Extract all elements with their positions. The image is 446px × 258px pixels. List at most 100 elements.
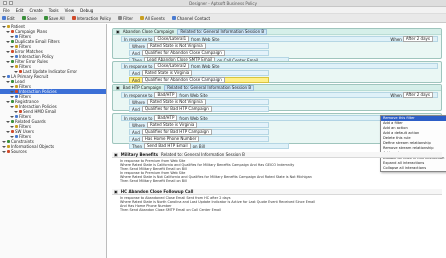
rule-line[interactable]: Where Rated State is Not Virginia [129,99,269,105]
interaction-rule-text[interactable]: Then Send Military Benefit Email on Bill [120,179,442,183]
tree-item[interactable]: Sources [0,149,106,154]
expand-arrow-icon[interactable] [6,50,10,53]
event-source: from Web Site [179,92,208,98]
condition-pill[interactable]: Has Home Phone Number [141,136,200,142]
condition-pill[interactable]: Qualifies for Bad HTP Campaign [141,129,212,135]
related-to-label[interactable]: Related to: General Information Session … [161,152,245,157]
expand-arrow-icon[interactable] [6,40,10,43]
event-pill[interactable]: Bad/HTP [154,92,178,98]
rule-keyword: Where [132,43,145,49]
menu-file[interactable]: File [3,8,10,13]
toolbar-button-save-all[interactable]: Save All [43,16,65,21]
interaction-title[interactable]: HC Abandon Close Followup Call [121,189,194,194]
expand-arrow-icon[interactable] [14,70,18,73]
related-to-label[interactable]: Related to: General Information Session … [177,28,268,35]
expand-arrow-icon[interactable] [2,75,6,78]
condition-pill[interactable]: Rated State is Virginia [141,70,193,76]
rule-line[interactable]: And Qualifies for Bad HTP Campaign [129,129,269,135]
expand-arrow-icon[interactable] [2,150,6,153]
rule-line[interactable]: ThenSend Bad HTP Emailon Bill [129,143,289,149]
action-pill[interactable]: Send Bad HTP Email [143,143,191,149]
interaction-block: ▣ Military Benefits Related to: General In… [112,152,442,185]
rule-line[interactable]: In response to Close/Lateral2 from Web Sit… [121,63,438,69]
condition-pill[interactable]: Rated State is Virginia [146,122,198,128]
rule-line[interactable]: In response toBad/HTPfrom Web Site WhenAf… [121,92,438,98]
campaign-title[interactable]: Abandon Close Campaign [123,29,175,35]
toolbar-button-interaction-policy[interactable]: Interaction Policy [71,16,111,21]
expand-arrow-icon[interactable] [10,115,14,118]
menu-edit[interactable]: Edit [16,8,24,13]
interaction-title[interactable]: Military Benefits [121,152,158,157]
expand-arrow-icon[interactable] [6,130,10,133]
folder-icon [7,25,10,28]
expand-arrow-icon[interactable] [6,30,10,33]
policy-tree-panel: Patient Campaign Plans Filters Duplicate Em… [0,24,107,258]
toolbar-button-edit[interactable]: Edit [2,16,15,21]
toolbar-button-all-events[interactable]: All Events [140,16,165,21]
expand-arrow-icon[interactable] [6,100,10,103]
expand-arrow-icon[interactable] [10,35,14,38]
menu-create[interactable]: Create [29,8,42,13]
expand-arrow-icon[interactable] [6,80,10,83]
rule-keyword: And [132,129,140,135]
condition-pill[interactable]: Qualifies for Bad HTP Campaign [141,106,212,112]
rule-line[interactable]: And Qualifies for Abandon Close Campaign [129,77,269,83]
event-pill[interactable]: Close/Lateral1 [154,36,190,42]
rule-line[interactable]: In response to Close/Lateral1 from Web Sit… [121,36,438,42]
folder-icon [15,90,18,93]
related-to-label[interactable]: Related to: General Information Session … [164,84,255,91]
action-channel: on Bill [192,143,205,149]
condition-pill[interactable]: Qualifies for Abandon Close Campaign [141,50,225,56]
rule-line[interactable]: And Qualifies for Bad HTP Campaign [129,106,269,112]
toolbar-button-channel-contact[interactable]: Channel Contact [171,16,210,21]
rule-keyword: And [132,50,140,56]
menu-view[interactable]: View [65,8,75,13]
expand-arrow-icon[interactable] [6,60,10,63]
expand-arrow-icon[interactable] [10,85,14,88]
folder-icon [15,115,18,118]
save-all-icon [43,16,48,20]
expand-arrow-icon[interactable] [10,135,14,138]
menu-debug[interactable]: Debug [80,8,93,13]
campaign-title[interactable]: Bad HTP Campaign [123,85,161,91]
expand-arrow-icon[interactable] [2,140,6,143]
condition-pill[interactable]: Rated State is Not Virginia [146,99,206,105]
event-pill[interactable]: Close/Lateral2 [154,63,190,69]
campaign-header: ▣ Abandon Close Campaign Related to: Gener… [113,28,441,35]
when-label: When [390,92,402,98]
channel-icon [171,16,176,20]
rule-keyword: In response to [124,115,153,121]
expand-arrow-icon[interactable] [10,55,14,58]
expand-arrow-icon[interactable] [10,45,14,48]
rule-line[interactable]: And Rated State is Virginia [129,70,269,76]
expand-arrow-icon[interactable] [2,25,6,28]
expand-arrow-icon[interactable] [10,105,14,108]
rule-line[interactable]: Where Rated State is Not Virginia [129,43,269,49]
interaction-icon: ▣ [114,152,118,157]
expand-arrow-icon[interactable] [10,125,14,128]
expand-arrow-icon[interactable] [2,145,6,148]
rule-line[interactable]: Where Rated State is Virginia [129,122,269,128]
expand-arrow-icon[interactable] [6,120,10,123]
interaction-rule-text[interactable]: Then Send Abandon Close SMTP Email on Ca… [120,208,442,212]
expand-arrow-icon[interactable] [14,110,18,113]
toolbar-button-filter[interactable]: Filter [118,16,133,21]
rule-line[interactable]: And Qualifies for Abandon Close Campaign [129,50,269,56]
expand-arrow-icon[interactable] [10,65,14,68]
folder-icon [7,75,10,78]
condition-pill[interactable]: Qualifies for Abandon Close Campaign [141,77,225,83]
folder-icon [11,50,14,53]
when-value-pill[interactable]: After 2 days [402,92,433,98]
menu-tools[interactable]: Tools [49,8,59,13]
expand-arrow-icon[interactable] [10,95,14,98]
rule-line[interactable]: And Has Home Phone Number [129,136,269,142]
toolbar-button-save[interactable]: Save [21,16,37,21]
rule-list: In response to Close/Lateral1 from Web Sit… [121,36,438,63]
folder-icon [19,110,22,113]
condition-pill[interactable]: Rated State is Not Virginia [146,43,206,49]
rule-keyword: In response to [124,36,153,42]
when-value-pill[interactable]: After 2 days [402,36,433,42]
event-pill[interactable]: Bad/HTP [154,115,178,121]
expand-arrow-icon[interactable] [10,90,14,93]
folder-icon [11,80,14,83]
